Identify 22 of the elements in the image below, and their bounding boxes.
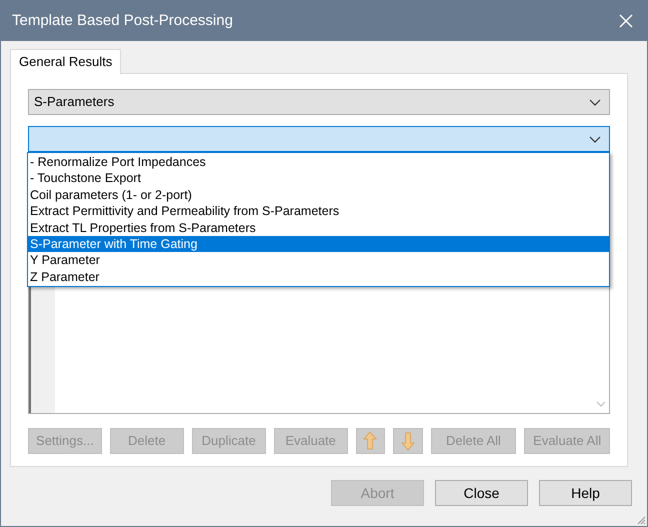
dropdown-option[interactable]: - Renormalize Port Impedances — [28, 154, 609, 170]
combo-value: S-Parameters — [34, 93, 114, 112]
close-icon[interactable] — [619, 14, 633, 28]
window-title: Template Based Post-Processing — [12, 10, 233, 31]
dropdown-option[interactable]: Z Parameter — [28, 268, 609, 286]
tab[interactable]: General Results — [10, 49, 122, 74]
scroll-down-icon[interactable] — [596, 401, 606, 407]
dropdown-option[interactable]: Y Parameter — [28, 252, 609, 269]
up-arrow-icon — [362, 431, 378, 451]
dropdown-option[interactable]: Extract TL Properties from S-Parameters — [28, 220, 609, 236]
dropdown-option[interactable]: S-Parameter with Time Gating — [28, 236, 609, 252]
chevron-down-icon — [589, 98, 601, 106]
dialog-button[interactable]: Close — [435, 480, 528, 506]
dialog-button[interactable]: Help — [539, 480, 632, 506]
template-combo[interactable] — [28, 126, 610, 152]
down-arrow-icon — [400, 431, 416, 451]
category-combo[interactable]: S-Parameters — [28, 89, 610, 115]
dropdown-option[interactable]: Coil parameters (1- or 2-port) — [28, 186, 609, 204]
dropdown-option[interactable]: - Touchstone Export — [28, 170, 609, 187]
chevron-down-icon — [589, 136, 601, 142]
dropdown-option[interactable]: Extract Permittivity and Permeability from S-Parameters — [28, 203, 609, 220]
resize-grip-icon[interactable] — [636, 515, 646, 525]
